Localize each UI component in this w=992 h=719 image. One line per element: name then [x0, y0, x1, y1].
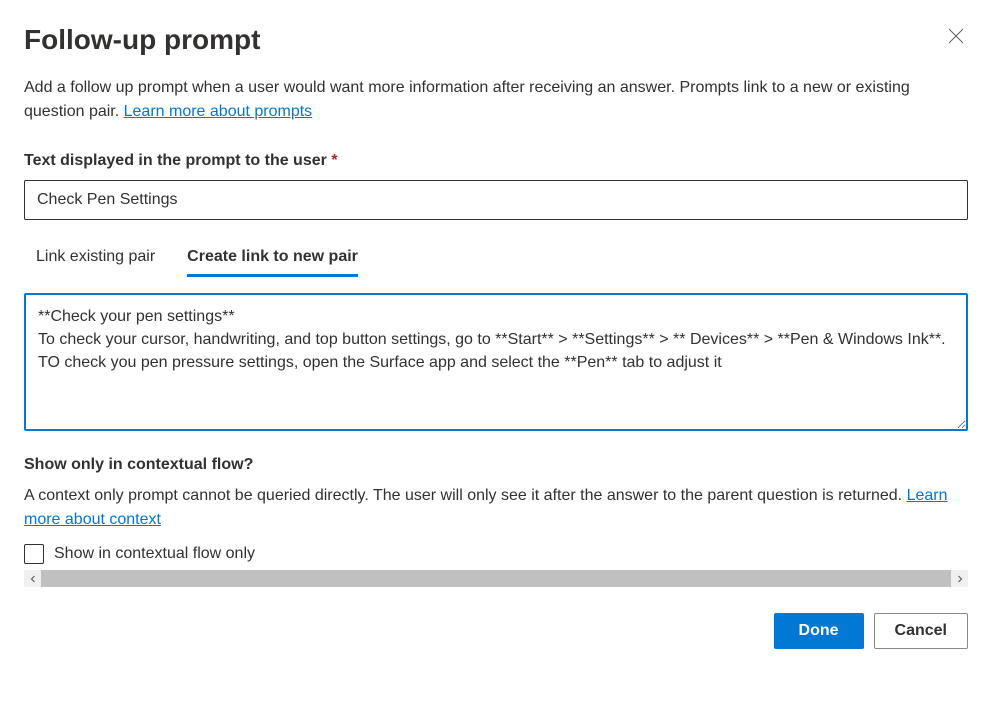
scroll-right-arrow[interactable] — [951, 570, 968, 587]
dialog-description: Add a follow up prompt when a user would… — [24, 76, 968, 124]
cancel-button[interactable]: Cancel — [874, 613, 968, 649]
close-icon — [948, 28, 964, 44]
close-button[interactable] — [944, 24, 968, 52]
scroll-left-arrow[interactable] — [24, 570, 41, 587]
contextual-description: A context only prompt cannot be queried … — [24, 484, 968, 532]
dialog-title: Follow-up prompt — [24, 24, 260, 56]
contextual-desc-text: A context only prompt cannot be queried … — [24, 487, 907, 504]
answer-textarea[interactable] — [24, 293, 968, 431]
display-text-label: Text displayed in the prompt to the user… — [24, 152, 968, 170]
tab-link-existing[interactable]: Link existing pair — [36, 240, 155, 277]
horizontal-scrollbar[interactable] — [24, 570, 968, 587]
learn-more-prompts-link[interactable]: Learn more about prompts — [124, 103, 313, 120]
dialog-footer: Done Cancel — [24, 613, 968, 649]
chevron-right-icon — [956, 575, 964, 583]
contextual-checkbox[interactable] — [24, 544, 44, 564]
required-asterisk: * — [331, 152, 337, 169]
chevron-left-icon — [29, 575, 37, 583]
contextual-heading: Show only in contextual flow? — [24, 456, 968, 474]
done-button[interactable]: Done — [774, 613, 864, 649]
display-text-input[interactable] — [24, 180, 968, 220]
contextual-checkbox-label: Show in contextual flow only — [54, 545, 255, 563]
tab-list: Link existing pair Create link to new pa… — [24, 240, 968, 277]
tab-create-new[interactable]: Create link to new pair — [187, 240, 358, 277]
display-text-label-text: Text displayed in the prompt to the user — [24, 152, 327, 169]
